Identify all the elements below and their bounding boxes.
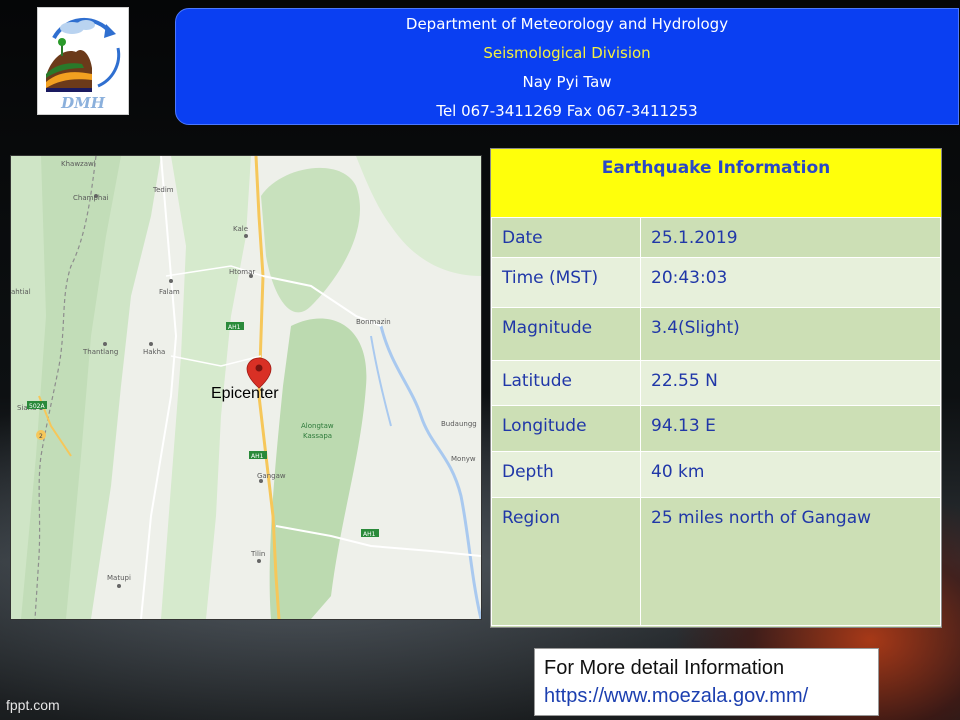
place-label: Gangaw (257, 472, 286, 480)
table-row: Magnitude 3.4(Slight) (491, 307, 941, 361)
row-label: Magnitude (491, 307, 641, 361)
info-title: Earthquake Information (491, 149, 941, 217)
place-label: Matupi (107, 574, 131, 582)
epicenter-map[interactable]: Khawzawl Champhai Tedim Kale Htomar Fala… (10, 155, 482, 620)
table-row: Longitude 94.13 E (491, 405, 941, 452)
moezala-link[interactable]: https://www.moezala.gov.mm/ (544, 682, 878, 710)
row-label: Latitude (491, 360, 641, 406)
earthquake-info-panel: Earthquake Information Date 25.1.2019 Ti… (490, 148, 942, 628)
table-row: Date 25.1.2019 (491, 217, 941, 258)
table-row: Latitude 22.55 N (491, 360, 941, 406)
place-label: Kale (233, 225, 248, 233)
svg-text:AH1: AH1 (363, 531, 376, 538)
place-label: Tilin (250, 550, 265, 558)
contact-line: Tel 067-3411269 Fax 067-3411253 (436, 102, 698, 120)
place-label: Htomar (229, 268, 255, 276)
epicenter-label: Epicenter (211, 385, 279, 402)
row-value: 25.1.2019 (640, 217, 941, 258)
dmh-logo: DMH (37, 7, 129, 115)
row-value: 94.13 E (640, 405, 941, 452)
more-info-text: For More detail Information (544, 657, 785, 679)
more-info-box: For More detail Information https://www.… (534, 648, 879, 716)
division-name: Seismological Division (483, 44, 651, 62)
road-shield: 502A (27, 401, 47, 410)
place-label: Thantlang (82, 348, 118, 356)
place-label: Monyw (451, 455, 476, 463)
place-label: Bonmazin (356, 318, 391, 326)
header-banner: Department of Meteorology and Hydrology … (175, 8, 959, 125)
epicenter-pin-icon[interactable] (246, 357, 272, 389)
table-row: Region 25 miles north of Gangaw (491, 497, 941, 626)
svg-text:502A: 502A (29, 403, 45, 410)
row-value: 3.4(Slight) (640, 307, 941, 361)
place-label: ahtial (11, 288, 31, 296)
row-value: 40 km (640, 451, 941, 498)
info-table: Date 25.1.2019 Time (MST) 20:43:03 Magni… (491, 217, 941, 626)
road-shield: AH1 (249, 451, 267, 460)
place-label: Alongtaw (301, 422, 334, 430)
row-label: Depth (491, 451, 641, 498)
table-row: Time (MST) 20:43:03 (491, 257, 941, 308)
footer-credit: fppt.com (6, 697, 60, 713)
row-label: Region (491, 497, 641, 626)
department-name: Department of Meteorology and Hydrology (405, 15, 729, 33)
dmh-logo-text: DMH (61, 94, 105, 112)
road-shield: 2 (36, 430, 46, 440)
place-label: Tedim (152, 186, 174, 194)
svg-text:AH1: AH1 (228, 324, 241, 331)
city-name: Nay Pyi Taw (522, 73, 612, 91)
row-label: Date (491, 217, 641, 258)
row-label: Time (MST) (491, 257, 641, 308)
place-label: Budaungg (441, 420, 477, 428)
place-label: Khawzawl (61, 160, 96, 168)
row-value: 20:43:03 (640, 257, 941, 308)
road-shield: AH1 (361, 529, 379, 538)
place-label: Champhai (73, 194, 109, 202)
row-value: 22.55 N (640, 360, 941, 406)
place-label: Falam (159, 288, 180, 296)
svg-text:2: 2 (39, 433, 43, 440)
table-row: Depth 40 km (491, 451, 941, 498)
place-label: Kassapa (303, 432, 332, 440)
road-shield: AH1 (226, 322, 244, 331)
row-value: 25 miles north of Gangaw (640, 497, 941, 626)
svg-text:AH1: AH1 (251, 453, 264, 460)
place-label: Hakha (143, 348, 165, 356)
row-label: Longitude (491, 405, 641, 452)
